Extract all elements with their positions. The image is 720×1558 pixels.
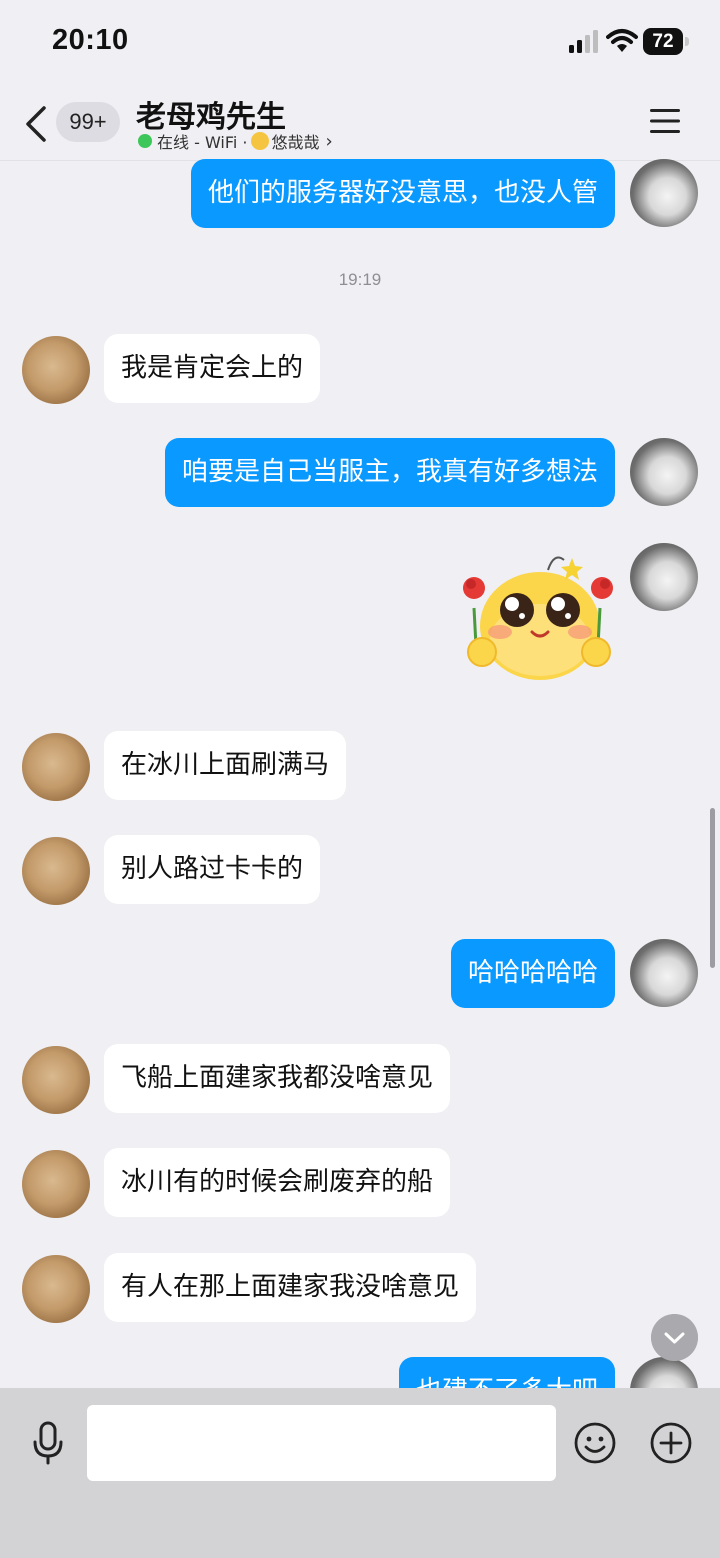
- message-bubble[interactable]: 冰川有的时候会刷废弃的船: [104, 1148, 451, 1217]
- add-icon[interactable]: [650, 1422, 692, 1464]
- mood-text: 悠哉哉: [271, 133, 320, 152]
- menu-icon[interactable]: [648, 106, 682, 136]
- microphone-icon[interactable]: [30, 1420, 66, 1466]
- contact-avatar[interactable]: [22, 1255, 90, 1323]
- message-bubble[interactable]: 别人路过卡卡的: [104, 835, 321, 904]
- mood-emoji-icon: [250, 132, 269, 150]
- unread-count-badge[interactable]: 99+: [56, 102, 120, 142]
- chevron-right-icon: ›: [325, 130, 333, 152]
- scroll-to-bottom-button[interactable]: [651, 1314, 698, 1361]
- clock: 20:10: [52, 24, 129, 56]
- battery-indicator: 72: [643, 28, 689, 55]
- my-avatar[interactable]: [630, 939, 698, 1007]
- my-avatar[interactable]: [630, 438, 698, 506]
- contact-avatar[interactable]: [22, 1046, 90, 1114]
- message-bubble[interactable]: 我是肯定会上的: [104, 334, 321, 403]
- time-divider: 19:19: [338, 270, 382, 289]
- back-arrow-icon[interactable]: [22, 104, 50, 144]
- message-bubble[interactable]: 有人在那上面建家我没啥意见: [104, 1253, 477, 1322]
- message-bubble[interactable]: 咱要是自己当服主，我真有好多想法: [164, 438, 615, 507]
- emoji-icon[interactable]: [574, 1422, 616, 1464]
- contact-avatar[interactable]: [22, 1150, 90, 1218]
- chat-header: 99+ 老母鸡先生 在线 - WiFi · 悠哉哉 ›: [0, 86, 720, 161]
- cellular-signal-icon: [569, 30, 598, 53]
- scrollbar[interactable]: [710, 808, 715, 968]
- contact-avatar[interactable]: [22, 733, 90, 801]
- my-avatar[interactable]: [630, 159, 698, 227]
- message-input[interactable]: [87, 1405, 556, 1481]
- online-status-dot-icon: [138, 134, 152, 148]
- wifi-icon: [606, 29, 638, 52]
- contact-status[interactable]: 在线 - WiFi · 悠哉哉 ›: [138, 129, 333, 153]
- message-bubble[interactable]: 在冰川上面刷满马: [104, 731, 347, 800]
- contact-avatar[interactable]: [22, 837, 90, 905]
- battery-level: 72: [652, 31, 674, 52]
- presence-text: 在线 - WiFi ·: [157, 133, 248, 152]
- message-bubble[interactable]: 飞船上面建家我都没啥意见: [104, 1044, 451, 1113]
- status-bar: 20:10 72: [0, 0, 720, 86]
- message-bubble[interactable]: 他们的服务器好没意思，也没人管: [190, 159, 615, 228]
- contact-avatar[interactable]: [22, 336, 90, 404]
- message-bubble[interactable]: 哈哈哈哈哈: [450, 939, 615, 1008]
- cute-chick-with-roses-sticker[interactable]: [460, 548, 616, 684]
- my-avatar[interactable]: [630, 543, 698, 611]
